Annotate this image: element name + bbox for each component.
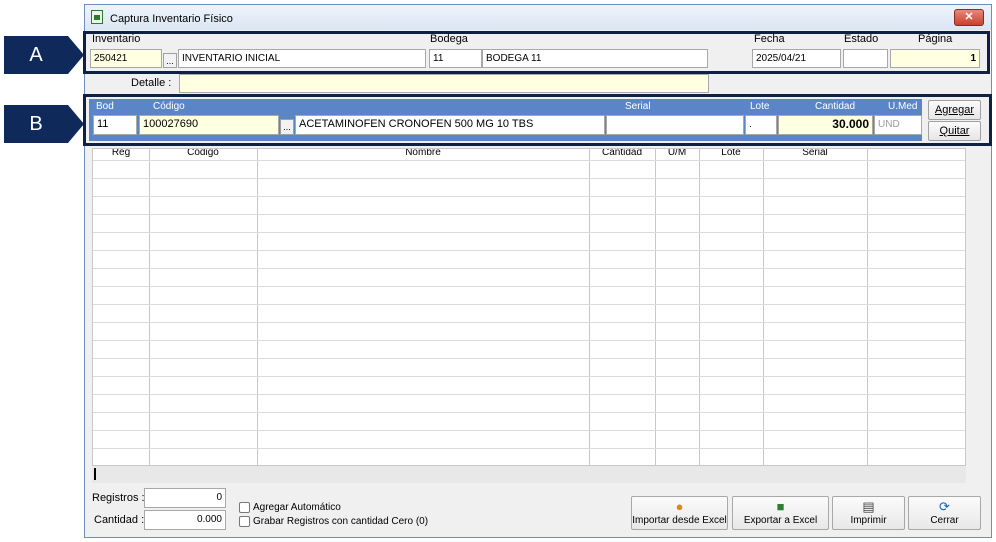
table-row[interactable] <box>93 232 965 233</box>
cerrar-button[interactable]: ⟳ Cerrar <box>908 496 981 530</box>
scrollbar-thumb[interactable] <box>94 468 96 480</box>
imprimir-button[interactable]: ▤ Imprimir <box>832 496 905 530</box>
table-row[interactable] <box>93 376 965 377</box>
table-row[interactable] <box>93 196 965 197</box>
importar-excel-label: Importar desde Excel <box>632 515 727 526</box>
spreadsheet-icon <box>91 10 103 24</box>
horizontal-scrollbar[interactable] <box>92 466 966 483</box>
table-row[interactable] <box>93 178 965 179</box>
importar-excel-button[interactable]: ● Importar desde Excel <box>631 496 728 530</box>
col-reg[interactable]: Reg <box>93 149 149 158</box>
exportar-excel-label: Exportar a Excel <box>743 515 818 526</box>
table-row[interactable] <box>93 250 965 251</box>
col-cantidad[interactable]: Cantidad <box>589 149 655 158</box>
table-row[interactable] <box>93 160 965 161</box>
section-a-highlight <box>83 31 990 74</box>
detalle-field[interactable] <box>179 74 709 93</box>
table-row[interactable] <box>93 448 965 449</box>
table-row[interactable] <box>93 430 965 431</box>
grabar-cero-label[interactable]: Grabar Registros con cantidad Cero (0) <box>253 516 428 527</box>
section-b-highlight <box>83 94 992 146</box>
callout-b-arrow <box>68 105 84 143</box>
cantidad-total-field: 0.000 <box>144 510 226 530</box>
table-row[interactable] <box>93 340 965 341</box>
callout-a-arrow <box>68 36 84 74</box>
close-window-button[interactable]: ✕ <box>954 9 984 26</box>
window-title: Captura Inventario Físico <box>110 13 233 25</box>
grabar-cero-checkbox[interactable] <box>239 516 250 527</box>
exportar-excel-button[interactable]: ■ Exportar a Excel <box>732 496 829 530</box>
col-codigo[interactable]: Código <box>149 149 257 158</box>
callout-a: A <box>4 36 68 74</box>
items-grid[interactable]: Reg Código Nombre Cantidad U/M Lote Seri… <box>92 148 966 466</box>
registros-field: 0 <box>144 488 226 508</box>
agregar-automatico-checkbox[interactable] <box>239 502 250 513</box>
table-row[interactable] <box>93 322 965 323</box>
col-nombre[interactable]: Nombre <box>257 149 589 158</box>
table-row[interactable] <box>93 394 965 395</box>
col-um[interactable]: U/M <box>655 149 699 158</box>
table-row[interactable] <box>93 286 965 287</box>
col-serial[interactable]: Serial <box>763 149 867 158</box>
table-row[interactable] <box>93 214 965 215</box>
table-row[interactable] <box>93 268 965 269</box>
col-lote[interactable]: Lote <box>699 149 763 158</box>
cerrar-label: Cerrar <box>930 515 959 526</box>
callout-b: B <box>4 105 68 143</box>
registros-label: Registros : <box>92 492 145 504</box>
agregar-automatico-label[interactable]: Agregar Automático <box>253 502 341 513</box>
table-row[interactable] <box>93 412 965 413</box>
printer-icon: ▤ <box>862 499 875 514</box>
people-import-icon: ● <box>675 499 684 514</box>
imprimir-label: Imprimir <box>850 515 887 526</box>
cantidad-total-label: Cantidad : <box>94 514 145 526</box>
detalle-label: Detalle : <box>131 77 172 89</box>
table-row[interactable] <box>93 304 965 305</box>
exit-door-icon: ⟳ <box>939 499 950 514</box>
briefcase-export-icon: ■ <box>776 499 785 514</box>
table-row[interactable] <box>93 358 965 359</box>
